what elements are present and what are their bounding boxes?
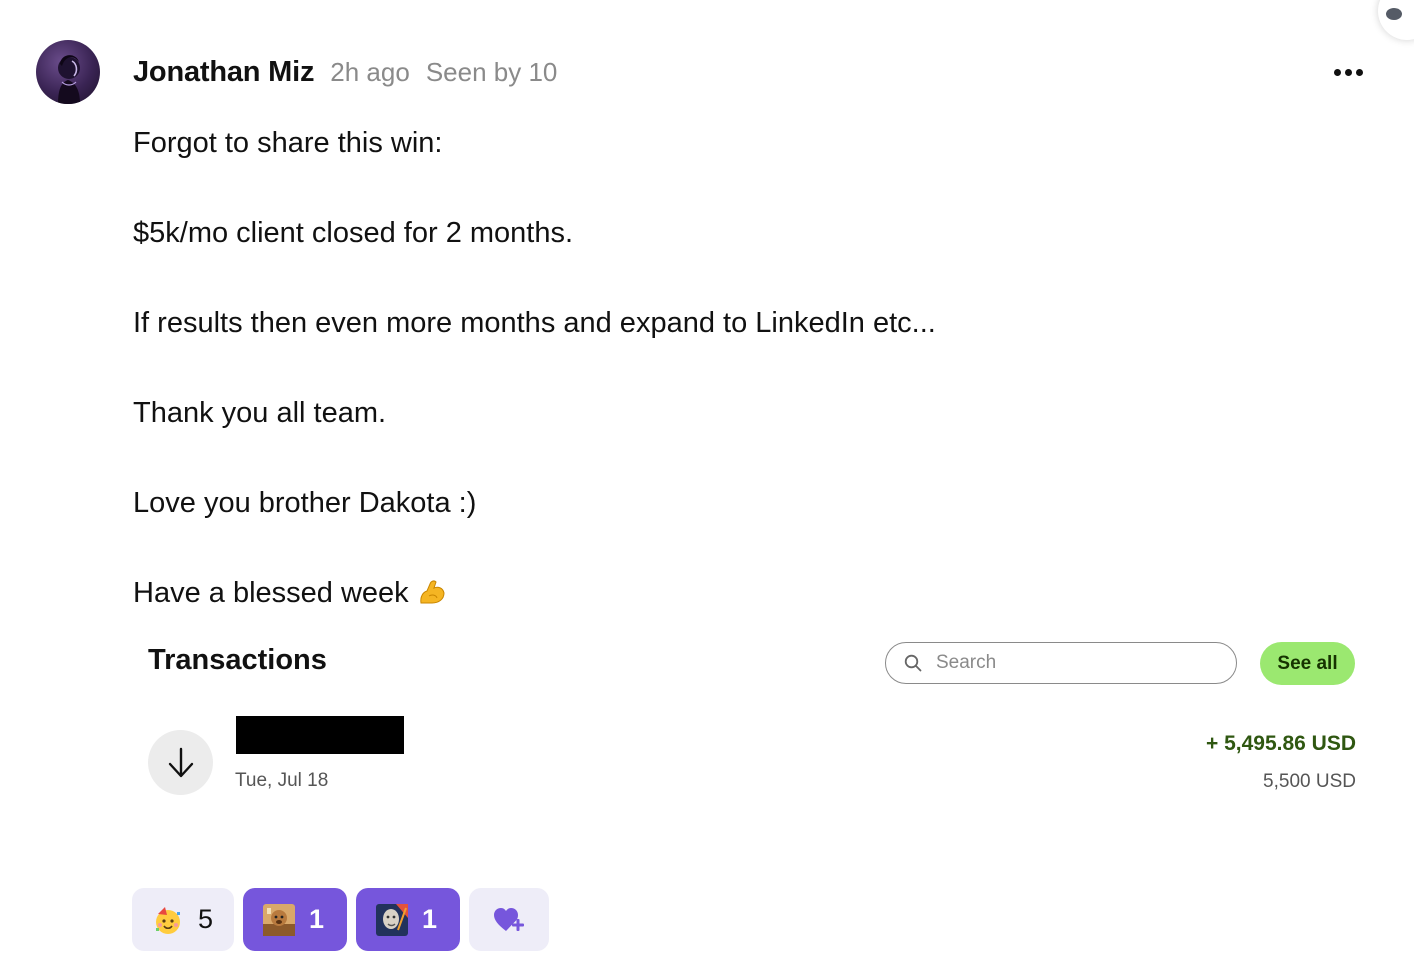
- reactions-bar: 5 1 1: [132, 888, 549, 951]
- avatar-portrait-image: [58, 55, 80, 104]
- add-reaction-button[interactable]: [469, 888, 549, 951]
- reaction-count: 5: [198, 904, 214, 934]
- reaction-custom-portrait[interactable]: 1: [356, 888, 460, 951]
- reaction-count: 1: [422, 904, 438, 934]
- transaction-amount: + 5,495.86 USD: [1205, 732, 1356, 755]
- custom-dog-emoji-icon: [263, 903, 295, 936]
- more-options-button[interactable]: [1326, 58, 1370, 86]
- transactions-title: Transactions: [148, 644, 327, 676]
- reaction-partying-face[interactable]: 5: [132, 888, 234, 951]
- reaction-custom-dog[interactable]: 1: [243, 888, 347, 951]
- search-input[interactable]: [934, 651, 1218, 675]
- custom-portrait-emoji-icon: [376, 903, 408, 936]
- author-name[interactable]: Jonathan Miz: [133, 56, 314, 89]
- avatar[interactable]: [36, 40, 100, 104]
- incoming-transaction-badge: [148, 730, 213, 795]
- post-body-line: If results then even more months and exp…: [133, 307, 936, 339]
- reaction-count: 1: [309, 904, 325, 934]
- post-body-line: $5k/mo client closed for 2 months.: [133, 217, 574, 249]
- search-icon: [904, 654, 922, 672]
- seen-by-count[interactable]: Seen by 10: [426, 57, 558, 88]
- floating-avatar-edge[interactable]: [1378, 0, 1414, 40]
- post-body-line: Thank you all team.: [133, 397, 387, 429]
- flexed-biceps-emoji-icon: [419, 580, 445, 604]
- arrow-down-icon: [168, 747, 193, 777]
- more-horizontal-icon: [1333, 68, 1341, 76]
- post-body-line: Love you brother Dakota :): [133, 487, 477, 519]
- redacted-payer-name: [236, 716, 404, 754]
- transactions-search[interactable]: [885, 642, 1237, 684]
- transaction-date: Tue, Jul 18: [235, 770, 329, 791]
- see-all-button[interactable]: See all: [1260, 642, 1355, 685]
- heart-plus-icon: [494, 907, 524, 931]
- transaction-row[interactable]: Tue, Jul 18 + 5,495.86 USD 5,500 USD: [148, 712, 1356, 812]
- post-body-line: Have a blessed week: [133, 577, 409, 609]
- post-time: 2h ago: [330, 56, 410, 87]
- post-body-last-line: Have a blessed week: [133, 571, 936, 616]
- transaction-original-amount: 5,500 USD: [1263, 771, 1356, 792]
- post-header: Jonathan Miz 2h ago Seen by 10: [133, 50, 557, 94]
- post-body: Forgot to share this win: $5k/mo client …: [133, 121, 936, 616]
- post-body-line: Forgot to share this win:: [133, 127, 443, 159]
- partying-face-emoji-icon: [156, 906, 180, 934]
